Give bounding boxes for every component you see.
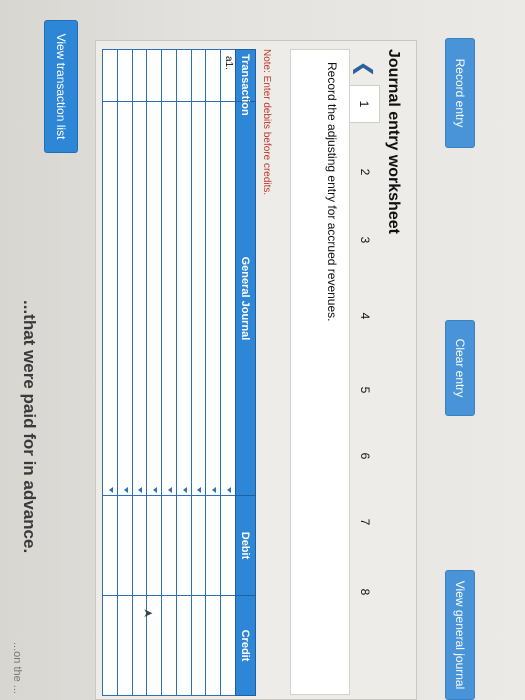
debit-header: Debit — [235, 495, 256, 596]
transaction-cell: a1. — [220, 49, 236, 102]
account-select[interactable] — [146, 101, 162, 496]
debit-input[interactable] — [176, 495, 192, 596]
credit-input[interactable] — [191, 595, 206, 696]
page-tab-4[interactable]: 4 — [350, 297, 380, 335]
account-select[interactable] — [176, 101, 192, 496]
table-row: a1. — [220, 49, 236, 696]
table-row — [205, 49, 221, 696]
rotated-screen: ...that were paid for in advance. ...on … — [0, 0, 525, 700]
question-text-fragment: ...that were paid for in advance. — [20, 300, 39, 554]
page-tab-2[interactable]: 2 — [350, 153, 380, 191]
table-row — [146, 49, 162, 696]
transaction-cell — [102, 49, 118, 102]
transaction-cell — [161, 49, 177, 102]
general-journal-header: General Journal — [235, 101, 256, 496]
record-entry-button[interactable]: Record entry — [445, 38, 475, 148]
debit-credit-note: Note: Enter debits before credits. — [261, 49, 272, 196]
account-select[interactable] — [191, 101, 206, 496]
debit-input[interactable] — [205, 495, 221, 596]
debit-input[interactable] — [161, 495, 177, 596]
mouse-pointer-icon: ➤ — [142, 606, 154, 621]
credit-input[interactable] — [161, 595, 177, 696]
page-tab-6[interactable]: 6 — [350, 437, 380, 475]
instruction-box: Record the adjusting entry for accrued r… — [290, 49, 350, 695]
table-row — [161, 49, 177, 696]
account-select[interactable] — [205, 101, 221, 496]
table-row — [117, 49, 133, 696]
journal-table-header: Transaction General Journal Debit Credit — [235, 49, 256, 696]
table-row — [132, 49, 147, 696]
clear-entry-button[interactable]: Clear entry — [445, 320, 475, 416]
table-row — [191, 49, 206, 696]
credit-header: Credit — [235, 595, 256, 696]
debit-input[interactable] — [191, 495, 206, 596]
credit-input[interactable] — [102, 595, 118, 696]
worksheet-pager: ❮ 1 2 3 4 5 6 7 8 ❯ — [350, 41, 380, 700]
debit-input[interactable] — [117, 495, 133, 596]
credit-input[interactable] — [205, 595, 221, 696]
table-row — [176, 49, 192, 696]
account-select[interactable] — [220, 101, 236, 496]
view-transaction-list-button[interactable]: View transaction list — [44, 20, 78, 153]
view-general-journal-button[interactable]: View general journal — [445, 570, 475, 700]
worksheet-title: Journal entry worksheet — [385, 49, 402, 234]
debit-input[interactable] — [132, 495, 147, 596]
page-tab-7[interactable]: 7 — [350, 503, 380, 541]
page-tab-1[interactable]: 1 — [350, 85, 380, 123]
debit-input[interactable] — [146, 495, 162, 596]
page-tab-3[interactable]: 3 — [350, 221, 380, 259]
chevron-left-icon[interactable]: ❮ — [350, 55, 380, 83]
journal-entry-worksheet: Journal entry worksheet ❮ 1 2 3 4 5 6 7 … — [95, 40, 417, 700]
transaction-header: Transaction — [235, 49, 256, 116]
question-text-fragment-right: ...on the ... — [11, 642, 23, 694]
table-row — [102, 49, 118, 696]
credit-input[interactable] — [117, 595, 133, 696]
transaction-cell — [205, 49, 221, 102]
journal-table: Transaction General Journal Debit Credit… — [102, 49, 256, 696]
instruction-text: Record the adjusting entry for accrued r… — [325, 62, 339, 322]
account-select[interactable] — [117, 101, 133, 496]
debit-input[interactable] — [102, 495, 118, 596]
credit-input[interactable] — [176, 595, 192, 696]
debit-input[interactable] — [220, 495, 236, 596]
transaction-cell — [132, 49, 147, 102]
transaction-cell — [146, 49, 162, 102]
transaction-cell — [176, 49, 192, 102]
account-select[interactable] — [132, 101, 147, 496]
transaction-cell — [117, 49, 133, 102]
photo-stage: ...that were paid for in advance. ...on … — [0, 0, 525, 700]
transaction-cell — [191, 49, 206, 102]
page-tab-8[interactable]: 8 — [350, 573, 380, 611]
account-select[interactable] — [161, 101, 177, 496]
page-tab-5[interactable]: 5 — [350, 371, 380, 409]
credit-input[interactable] — [220, 595, 236, 696]
account-select[interactable] — [102, 101, 118, 496]
